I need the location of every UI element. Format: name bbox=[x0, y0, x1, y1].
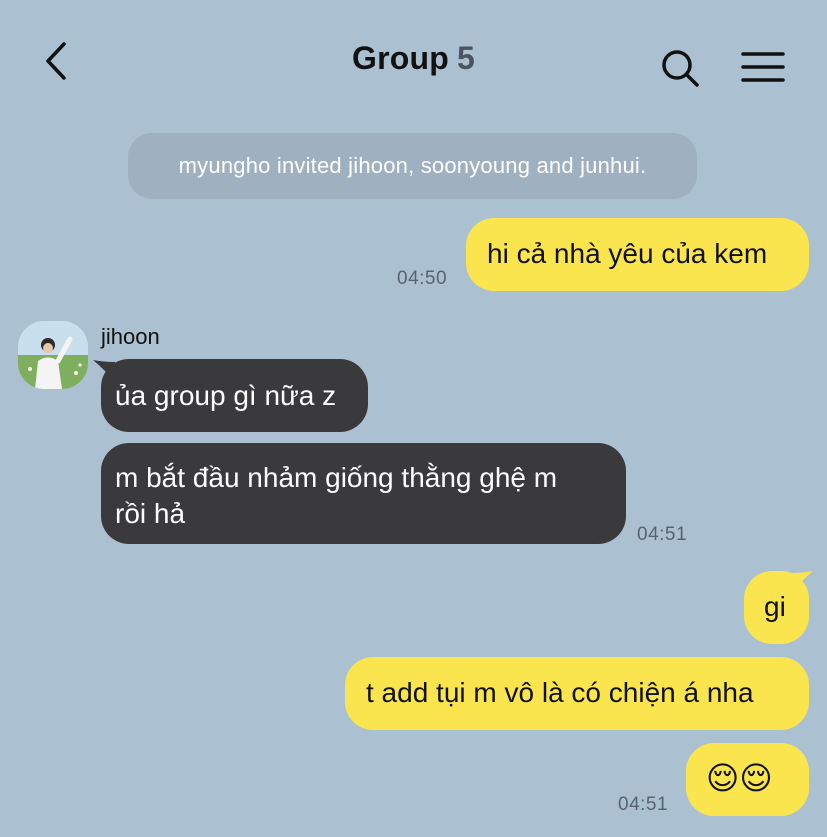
member-count: 5 bbox=[456, 40, 475, 76]
message-text-line: rồi hả bbox=[115, 498, 186, 529]
message-text-line: m bắt đầu nhảm giống thằng ghệ m bbox=[115, 462, 558, 493]
my-message-bubble[interactable]: t add tụi m vô là có chiện á nha bbox=[345, 657, 809, 730]
their-message-bubble[interactable]: m bắt đầu nhảm giống thằng ghệ m rồi hả bbox=[101, 443, 626, 544]
message-text: gi bbox=[764, 591, 786, 622]
message-time: 04:51 bbox=[637, 524, 688, 545]
message-text: t add tụi m vô là có chiện á nha bbox=[366, 677, 754, 708]
their-message-bubble[interactable]: ủa group gì nữa z bbox=[101, 359, 368, 432]
avatar[interactable] bbox=[18, 321, 88, 389]
system-notice: myungho invited jihoon, soonyoung and ju… bbox=[128, 133, 697, 199]
chat-title: Group 5 bbox=[0, 40, 827, 77]
profile-photo bbox=[18, 321, 88, 389]
message-time: 04:50 bbox=[397, 268, 448, 289]
sender-name: jihoon bbox=[101, 324, 160, 349]
search-button[interactable] bbox=[660, 48, 702, 90]
bubble-tail bbox=[791, 571, 813, 593]
menu-icon bbox=[741, 52, 785, 82]
group-name: Group bbox=[352, 40, 449, 76]
message-text: ủa group gì nữa z bbox=[115, 380, 337, 411]
menu-button[interactable] bbox=[740, 48, 786, 88]
message-text: hi cả nhà yêu của kem bbox=[487, 238, 768, 269]
search-icon bbox=[662, 50, 699, 87]
my-message-bubble[interactable]: hi cả nhà yêu của kem bbox=[466, 218, 809, 291]
my-message-bubble[interactable]: 😌😌 bbox=[686, 743, 809, 816]
message-time: 04:51 bbox=[618, 794, 669, 815]
message-emoji: 😌😌 bbox=[706, 760, 773, 796]
chat-header: Group 5 bbox=[0, 0, 827, 120]
